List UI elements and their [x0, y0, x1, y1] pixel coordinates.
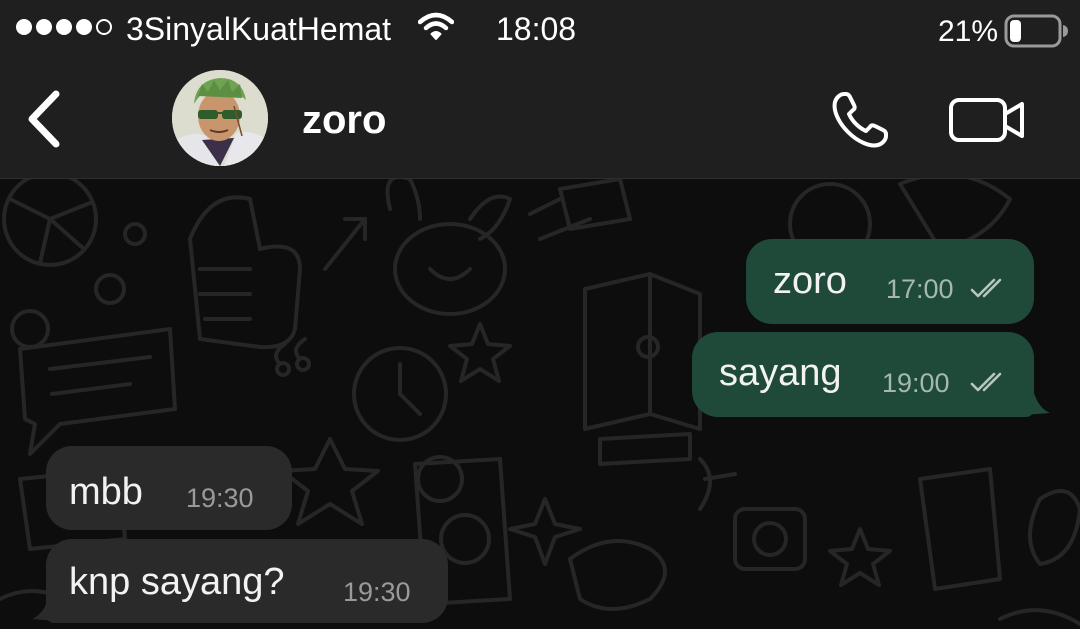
- signal-dot: [16, 19, 32, 35]
- wifi-icon: [418, 12, 454, 40]
- bubble-tail-incoming: [32, 591, 58, 621]
- status-bar: 3SinyalKuatHemat 18:08 21%: [0, 0, 1080, 62]
- contact-name[interactable]: zoro: [302, 98, 386, 142]
- signal-strength-icon: [16, 19, 112, 35]
- double-tick-icon: [970, 372, 1002, 392]
- message-bubble-incoming[interactable]: mbb 19:30: [46, 446, 292, 530]
- signal-dot: [36, 19, 52, 35]
- message-time: 17:00: [886, 274, 954, 304]
- back-chevron-icon[interactable]: [20, 86, 70, 152]
- message-text: knp sayang?: [69, 561, 285, 603]
- phone-icon[interactable]: [828, 88, 892, 152]
- battery-icon: [1004, 14, 1068, 48]
- chat-screen: 3SinyalKuatHemat 18:08 21% zoro zoro 17:…: [0, 0, 1080, 629]
- message-list[interactable]: zoro 17:00 sayang 19:00 mbb 19:30 knp sa…: [0, 179, 1080, 629]
- signal-dot-empty: [96, 19, 112, 35]
- signal-dot: [56, 19, 72, 35]
- message-time: 19:00: [882, 368, 950, 398]
- message-time: 19:30: [343, 577, 411, 607]
- bubble-tail-outgoing: [1024, 385, 1050, 415]
- message-text: zoro: [773, 260, 847, 302]
- video-camera-icon[interactable]: [948, 96, 1028, 144]
- message-text: sayang: [719, 352, 842, 394]
- message-bubble-incoming[interactable]: knp sayang? 19:30: [46, 539, 448, 623]
- message-text: mbb: [69, 471, 143, 513]
- chat-header: zoro: [0, 62, 1080, 179]
- double-tick-icon: [970, 278, 1002, 298]
- avatar[interactable]: [172, 70, 268, 166]
- signal-dot: [76, 19, 92, 35]
- message-bubble-outgoing[interactable]: zoro 17:00: [746, 239, 1034, 324]
- message-time: 19:30: [186, 483, 254, 513]
- status-time: 18:08: [496, 11, 577, 47]
- message-bubble-outgoing[interactable]: sayang 19:00: [692, 332, 1034, 417]
- carrier-name: 3SinyalKuatHemat: [126, 11, 392, 47]
- avatar-image: [172, 70, 268, 166]
- battery-percent: 21%: [938, 15, 999, 48]
